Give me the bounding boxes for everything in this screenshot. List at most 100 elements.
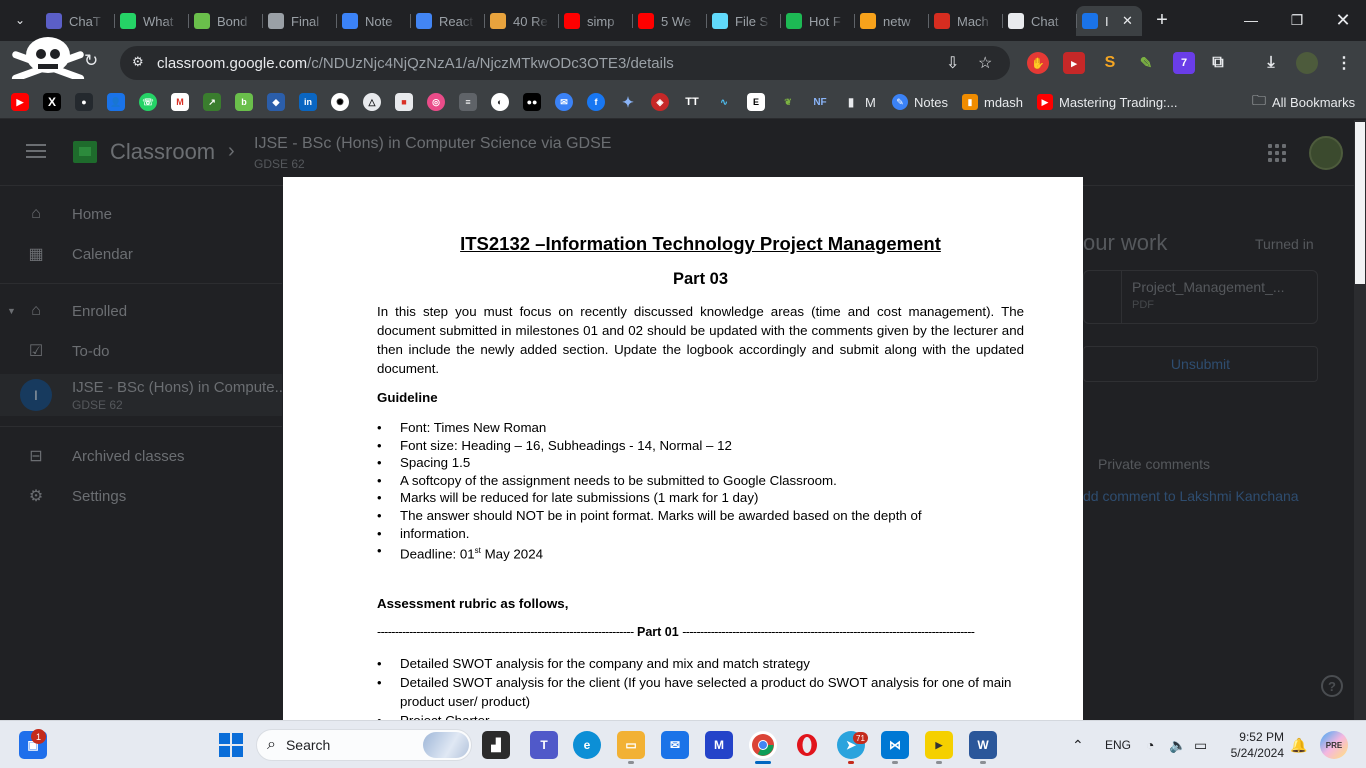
taskbar-search[interactable]: ⌕ Search — [256, 729, 472, 761]
course-title[interactable]: IJSE - BSc (Hons) in Computer Science vi… — [254, 135, 611, 153]
extension-leaf-icon[interactable]: ✎ — [1135, 52, 1157, 74]
tab-active[interactable]: I ✕ — [1076, 6, 1142, 36]
vpn-icon[interactable]: M — [705, 731, 733, 759]
tab[interactable]: Final — [262, 6, 336, 36]
bookmark-red-square-icon[interactable]: ■ — [395, 93, 413, 111]
tab[interactable]: Note — [336, 6, 410, 36]
nav-settings[interactable]: ⚙ Settings — [0, 476, 282, 516]
bookmark-medium-icon[interactable]: ●● — [523, 93, 541, 111]
bookmark-contacts-icon[interactable]: 👤 — [107, 93, 125, 111]
collapse-arrow-icon[interactable]: ▼ — [7, 306, 16, 316]
chrome-icon[interactable] — [749, 731, 777, 759]
nav-course-item[interactable]: I IJSE - BSc (Hons) in Compute... GDSE 6… — [0, 374, 287, 416]
battery-icon[interactable]: ▭ — [1194, 721, 1207, 768]
tray-overflow-icon[interactable]: ⌃ — [1072, 721, 1084, 768]
extension-media-icon[interactable]: ▸ — [1063, 52, 1085, 74]
language-indicator[interactable]: ENG — [1105, 721, 1131, 768]
bookmark-tt-icon[interactable]: TT — [683, 93, 701, 111]
tab[interactable]: 40 Re — [484, 6, 558, 36]
tab-close-icon[interactable]: ✕ — [1122, 13, 1133, 29]
account-avatar[interactable] — [1309, 136, 1343, 170]
bookmark-dribbble-icon[interactable]: ◎ — [427, 93, 445, 111]
bookmark-stack-icon[interactable]: ≡ — [459, 93, 477, 111]
extension-s-icon[interactable]: S — [1099, 52, 1121, 74]
tab[interactable]: ChaT — [40, 6, 114, 36]
wifi-icon[interactable]: ◔ — [1146, 721, 1154, 768]
close-window-icon[interactable]: ✕ — [1320, 0, 1366, 40]
bookmark-bond-icon[interactable]: b — [235, 93, 253, 111]
file-explorer-icon[interactable]: ▭ — [617, 731, 645, 759]
bookmark-globe-icon[interactable]: ◐ — [491, 93, 509, 111]
url-text[interactable]: classroom.google.com/c/NDUzNjc4NjQzNzA1/… — [157, 55, 674, 72]
restore-icon[interactable]: ❐ — [1274, 0, 1320, 40]
app-title[interactable]: Classroom — [110, 139, 215, 165]
bookmark-leaf-icon[interactable]: ❦ — [779, 93, 797, 111]
bookmark-chart-icon[interactable]: ↗ — [203, 93, 221, 111]
google-apps-icon[interactable] — [1268, 144, 1286, 162]
address-bar[interactable]: ⚙ classroom.google.com/c/NDUzNjc4NjQzNzA… — [120, 46, 1010, 80]
mail-icon[interactable]: ✉ — [661, 731, 689, 759]
start-button[interactable] — [217, 731, 245, 759]
edge-icon[interactable]: e — [573, 731, 601, 759]
nav-enrolled[interactable]: ▼ ⌂ Enrolled — [0, 291, 282, 331]
bookmark-target-icon[interactable]: ◈ — [651, 93, 669, 111]
install-app-icon[interactable]: ⇩ — [946, 53, 959, 73]
new-tab-button[interactable]: + — [1150, 8, 1174, 32]
bookmark-chatgpt-icon[interactable]: ✺ — [331, 93, 349, 111]
bookmark-github-icon[interactable]: ● — [75, 93, 93, 111]
tab[interactable]: What — [114, 6, 188, 36]
attached-file-card[interactable]: Project_Management_... PDF — [1083, 270, 1318, 324]
bookmark-youtube-icon[interactable]: ▶ — [11, 93, 29, 111]
bookmark-m[interactable]: ▮ M — [843, 93, 876, 111]
extension-red-icon[interactable]: ✋ — [1027, 52, 1049, 74]
bookmark-mastering-trading[interactable]: ▶ Mastering Trading:... — [1037, 93, 1178, 111]
help-icon[interactable]: ? — [1321, 675, 1343, 697]
tab[interactable]: netw — [854, 6, 928, 36]
nav-todo[interactable]: ☑ To-do — [0, 331, 282, 371]
tab[interactable]: Chat — [1002, 6, 1076, 36]
bookmark-nf-icon[interactable]: NF — [811, 93, 829, 111]
page-scrollbar[interactable] — [1354, 120, 1366, 720]
menu-kebab-icon[interactable]: ⋮ — [1333, 52, 1355, 74]
bookmark-star-icon[interactable]: ☆ — [978, 53, 992, 73]
minimize-icon[interactable]: — — [1228, 0, 1274, 40]
volume-icon[interactable]: 🔈 — [1169, 721, 1186, 768]
tab[interactable]: Hot F — [780, 6, 854, 36]
tab[interactable]: Mach — [928, 6, 1002, 36]
tab-search-icon[interactable]: ⌄ — [8, 8, 32, 32]
extensions-puzzle-icon[interactable]: ⧉ — [1207, 52, 1229, 74]
tab[interactable]: React — [410, 6, 484, 36]
extension-purple-icon[interactable]: 7 — [1173, 52, 1195, 74]
tab[interactable]: simp — [558, 6, 632, 36]
bookmark-drop-icon[interactable]: ◆ — [267, 93, 285, 111]
vscode-icon[interactable]: ⋈ — [881, 731, 909, 759]
classroom-logo-icon[interactable] — [73, 141, 97, 163]
reload-icon[interactable]: ↻ — [84, 51, 98, 71]
scrollbar-thumb[interactable] — [1355, 122, 1365, 284]
word-icon[interactable]: W — [969, 731, 997, 759]
profile-avatar-icon[interactable] — [1296, 52, 1318, 74]
bookmark-e-icon[interactable]: E — [747, 93, 765, 111]
bookmark-x-icon[interactable]: X — [43, 93, 61, 111]
task-view-icon[interactable]: ▟ — [482, 731, 510, 759]
nav-home[interactable]: ⌂ Home — [0, 194, 282, 234]
bookmark-facebook-icon[interactable]: f — [587, 93, 605, 111]
all-bookmarks[interactable]: 🗀 All Bookmarks — [1252, 92, 1355, 111]
teams-icon[interactable]: T — [530, 731, 558, 759]
bookmark-triangle-icon[interactable]: △ — [363, 93, 381, 111]
tab[interactable]: Bond — [188, 6, 262, 36]
add-private-comment-link[interactable]: dd comment to Lakshmi Kanchana — [1083, 488, 1299, 504]
notification-bell-icon[interactable]: 🔔 — [1290, 721, 1307, 768]
bookmark-mdash[interactable]: ▮ mdash — [962, 93, 1023, 111]
bookmark-gmail-icon[interactable]: M — [171, 93, 189, 111]
site-info-icon[interactable]: ⚙ — [132, 54, 144, 70]
nav-archived[interactable]: ⊟ Archived classes — [0, 436, 282, 476]
bookmark-wave-icon[interactable]: ∿ — [715, 93, 733, 111]
player-icon[interactable]: ▶ — [925, 731, 953, 759]
tab[interactable]: File S — [706, 6, 780, 36]
main-menu-icon[interactable] — [26, 144, 46, 160]
copilot-icon[interactable]: PRE — [1320, 731, 1348, 759]
bookmark-whatsapp-icon[interactable]: ☏ — [139, 93, 157, 111]
bookmark-notes[interactable]: ✎ Notes — [892, 93, 948, 111]
bookmark-gemini-icon[interactable]: ✦ — [619, 93, 637, 111]
